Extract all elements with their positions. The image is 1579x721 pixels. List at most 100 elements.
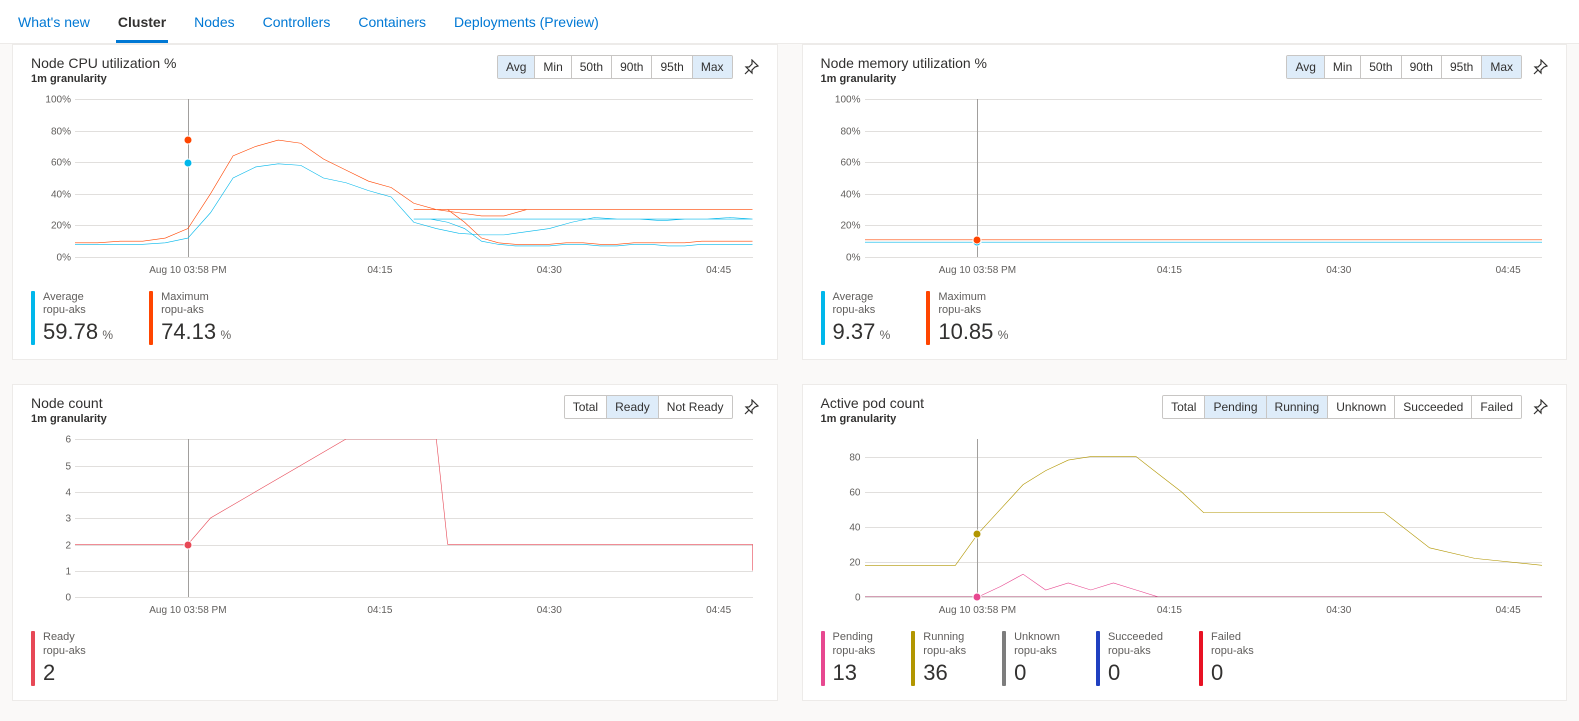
card-pods: Active pod count 1m granularity Total Pe… [802, 384, 1568, 700]
y-tick-label: 0% [37, 253, 71, 264]
y-tick-label: 0% [827, 253, 861, 264]
x-tick-label: 04:30 [537, 605, 562, 616]
legend-label: Unknown [1014, 631, 1060, 644]
pin-icon[interactable] [1532, 59, 1548, 75]
legend-sublabel: ropu-aks [833, 645, 876, 658]
y-tick-label: 60% [827, 158, 861, 169]
y-tick-label: 1 [37, 567, 71, 578]
agg-max[interactable]: Max [1482, 56, 1521, 78]
legend-item[interactable]: Pendingropu-aks13 [821, 631, 876, 685]
seg-notready[interactable]: Not Ready [659, 396, 732, 418]
legend-item[interactable]: Maximumropu-aks74.13 % [149, 291, 231, 345]
legend-color-bar [1096, 631, 1100, 685]
series-line [865, 575, 1543, 598]
legend-pods: Pendingropu-aks13Runningropu-aks36Unknow… [821, 631, 1549, 685]
y-tick-label: 20% [37, 221, 71, 232]
y-tick-label: 20% [827, 221, 861, 232]
agg-p50[interactable]: 50th [1361, 56, 1401, 78]
seg-total[interactable]: Total [1163, 396, 1205, 418]
tab-whats-new[interactable]: What's new [16, 8, 92, 43]
seg-pending[interactable]: Pending [1205, 396, 1266, 418]
x-tick-label: Aug 10 03:58 PM [939, 605, 1016, 616]
pin-icon[interactable] [1532, 399, 1548, 415]
legend-sublabel: ropu-aks [161, 304, 231, 317]
seg-unknown[interactable]: Unknown [1328, 396, 1395, 418]
legend-sublabel: ropu-aks [833, 304, 891, 317]
legend-value: 0 [1211, 660, 1254, 686]
seg-total[interactable]: Total [565, 396, 607, 418]
seg-ready[interactable]: Ready [607, 396, 659, 418]
agg-p50[interactable]: 50th [572, 56, 612, 78]
y-tick-label: 20 [827, 558, 861, 569]
nodecount-selector: Total Ready Not Ready [564, 395, 733, 419]
legend-item[interactable]: Runningropu-aks36 [911, 631, 966, 685]
tab-deployments[interactable]: Deployments (Preview) [452, 8, 601, 43]
tab-cluster[interactable]: Cluster [116, 8, 168, 43]
y-tick-label: 2 [37, 540, 71, 551]
dashboard-grid: Node CPU utilization % 1m granularity Av… [0, 44, 1579, 721]
y-tick-label: 80% [37, 126, 71, 137]
tab-nodes[interactable]: Nodes [192, 8, 236, 43]
marker-dot [973, 530, 982, 539]
legend-item[interactable]: Averageropu-aks9.37 % [821, 291, 891, 345]
y-tick-label: 0 [37, 593, 71, 604]
agg-avg[interactable]: Avg [498, 56, 535, 78]
series-line [865, 457, 1543, 566]
pin-icon[interactable] [743, 59, 759, 75]
legend-item[interactable]: Unknownropu-aks0 [1002, 631, 1060, 685]
legend-color-bar [1002, 631, 1006, 685]
x-tick-label: 04:15 [367, 265, 392, 276]
pin-icon[interactable] [743, 399, 759, 415]
legend-sublabel: ropu-aks [938, 304, 1008, 317]
legend-item[interactable]: Averageropu-aks59.78 % [31, 291, 113, 345]
legend-sublabel: ropu-aks [43, 304, 113, 317]
card-title: Node count [31, 395, 107, 411]
legend-value: 59.78 % [43, 319, 113, 345]
agg-p95[interactable]: 95th [1442, 56, 1482, 78]
legend-label: Failed [1211, 631, 1254, 644]
agg-p90[interactable]: 90th [612, 56, 652, 78]
marker-dot [183, 158, 192, 167]
x-tick-label: 04:45 [706, 605, 731, 616]
agg-selector: Avg Min 50th 90th 95th Max [1286, 55, 1522, 79]
legend-value: 0 [1108, 660, 1163, 686]
series-line [75, 439, 753, 571]
legend-sublabel: ropu-aks [1211, 645, 1254, 658]
x-tick-label: 04:30 [1326, 605, 1351, 616]
card-cpu: Node CPU utilization % 1m granularity Av… [12, 44, 778, 360]
legend-label: Average [833, 291, 891, 304]
tab-controllers[interactable]: Controllers [261, 8, 333, 43]
agg-min[interactable]: Min [1325, 56, 1361, 78]
chart-cpu: 0%20%40%60%80%100%Aug 10 03:58 PM04:1504… [31, 93, 759, 283]
seg-failed[interactable]: Failed [1472, 396, 1521, 418]
seg-succeeded[interactable]: Succeeded [1395, 396, 1472, 418]
agg-min[interactable]: Min [535, 56, 571, 78]
y-tick-label: 5 [37, 461, 71, 472]
y-tick-label: 60% [37, 158, 71, 169]
marker-dot [183, 135, 192, 144]
y-tick-label: 40 [827, 523, 861, 534]
y-tick-label: 60 [827, 488, 861, 499]
y-tick-label: 40% [37, 189, 71, 200]
legend-item[interactable]: Maximumropu-aks10.85 % [926, 291, 1008, 345]
legend-value: 2 [43, 660, 86, 686]
tab-containers[interactable]: Containers [356, 8, 428, 43]
legend-item[interactable]: Readyropu-aks2 [31, 631, 86, 685]
y-tick-label: 80 [827, 452, 861, 463]
card-nodecount: Node count 1m granularity Total Ready No… [12, 384, 778, 700]
legend-value: 13 [833, 660, 876, 686]
legend-item[interactable]: Failedropu-aks 0 [1199, 631, 1254, 685]
chart-nodecount: 0123456Aug 10 03:58 PM04:1504:3004:45 [31, 433, 759, 623]
x-tick-label: 04:15 [367, 605, 392, 616]
agg-p95[interactable]: 95th [652, 56, 692, 78]
y-tick-label: 80% [827, 126, 861, 137]
agg-p90[interactable]: 90th [1402, 56, 1442, 78]
legend-item[interactable]: Succeededropu-aks0 [1096, 631, 1163, 685]
legend-value: 0 [1014, 660, 1060, 686]
x-tick-label: 04:45 [1496, 265, 1521, 276]
legend-sublabel: ropu-aks [923, 645, 966, 658]
agg-avg[interactable]: Avg [1287, 56, 1324, 78]
x-tick-label: 04:15 [1157, 605, 1182, 616]
agg-max[interactable]: Max [693, 56, 732, 78]
seg-running[interactable]: Running [1267, 396, 1329, 418]
